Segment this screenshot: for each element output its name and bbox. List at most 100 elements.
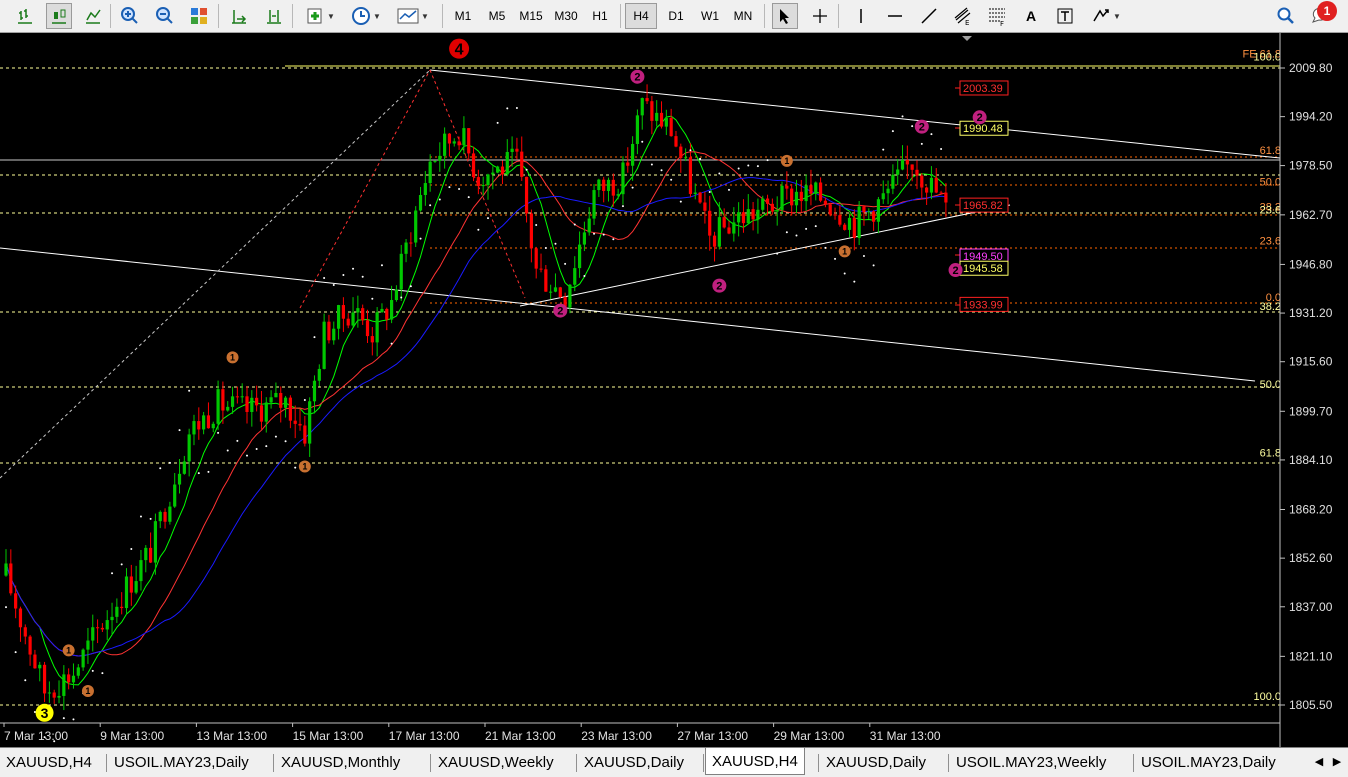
- wave-label: 2: [977, 112, 983, 124]
- bar-chart-icon[interactable]: [12, 3, 38, 29]
- candle-body: [799, 191, 803, 202]
- candle-body: [761, 198, 765, 210]
- notifications-badge[interactable]: 1: [1317, 1, 1337, 21]
- candle-body: [876, 199, 881, 222]
- timeframe-m30[interactable]: M30: [550, 3, 582, 29]
- candle-body: [134, 581, 138, 593]
- timeframe-mn[interactable]: MN: [727, 3, 759, 29]
- candle-body: [741, 212, 746, 224]
- main-toolbar: ▼ ▼ ▼ M1 M5 M15 M30 H1 H4 D1 W1 MN E F A…: [0, 0, 1348, 33]
- candle-body: [669, 117, 673, 137]
- psar-dot: [544, 247, 547, 250]
- chart-shift-icon[interactable]: [261, 3, 287, 29]
- chart-tab[interactable]: XAUUSD,Weekly: [432, 751, 560, 775]
- candle-body: [341, 305, 345, 319]
- candle-body: [524, 176, 529, 214]
- candle-body: [857, 206, 861, 238]
- candle-body: [336, 305, 341, 329]
- timeframe-h1[interactable]: H1: [584, 3, 616, 29]
- tabs-scroll-right-icon[interactable]: ▶: [1330, 753, 1344, 771]
- candle-body: [505, 152, 509, 175]
- price-tick-label: 1994.20: [1289, 110, 1333, 124]
- wave-label: 1: [66, 646, 71, 656]
- wave-label: 1: [842, 247, 847, 257]
- indicators-menu[interactable]: ▼: [300, 3, 340, 29]
- candle-body: [544, 269, 548, 292]
- chart-tab[interactable]: XAUUSD,Monthly: [275, 751, 406, 775]
- candle-body: [862, 206, 866, 213]
- candle-body: [785, 185, 789, 189]
- arrows-menu[interactable]: ▼: [1086, 3, 1126, 29]
- psar-dot: [159, 467, 162, 470]
- cursor-arrow-icon[interactable]: [772, 3, 798, 29]
- templates-menu[interactable]: ▼: [393, 3, 433, 29]
- periods-clock-menu[interactable]: ▼: [346, 3, 386, 29]
- tabs-scroll-left-icon[interactable]: ◀: [1312, 753, 1326, 771]
- candle-body: [255, 397, 259, 406]
- timeframe-d1[interactable]: D1: [660, 3, 692, 29]
- psar-dot: [718, 172, 721, 175]
- timeframe-m1[interactable]: M1: [447, 3, 479, 29]
- candle-body: [471, 153, 476, 178]
- candle-body: [139, 560, 143, 582]
- psar-dot: [139, 515, 142, 518]
- candlestick-chart-icon[interactable]: [46, 3, 72, 29]
- psar-dot: [303, 398, 306, 401]
- chart-tab[interactable]: XAUUSD,Daily: [820, 751, 932, 775]
- psar-dot: [805, 227, 808, 230]
- timeframe-m15[interactable]: M15: [515, 3, 547, 29]
- fib-level-label: 100.0: [1253, 52, 1281, 64]
- candle-body: [33, 654, 37, 669]
- candle-body: [168, 506, 172, 522]
- fibonacci-retracement-icon[interactable]: F: [984, 3, 1010, 29]
- psar-dot: [332, 284, 335, 287]
- chart-tab[interactable]: USOIL.MAY23,Daily: [1135, 751, 1282, 775]
- tab-separator: [273, 754, 274, 772]
- tab-separator: [703, 754, 704, 772]
- zoom-out-icon[interactable]: [152, 3, 178, 29]
- candle-body: [158, 511, 162, 522]
- timeframe-w1[interactable]: W1: [694, 3, 726, 29]
- psar-dot: [602, 233, 605, 236]
- equidistant-channel-icon[interactable]: E: [950, 3, 976, 29]
- wave-label: 2: [919, 122, 925, 134]
- candle-body: [712, 235, 717, 247]
- psar-dot: [699, 157, 702, 160]
- chart-tab[interactable]: XAUUSD,H4: [705, 748, 805, 775]
- candle-body: [737, 212, 741, 223]
- trendline-icon[interactable]: [916, 3, 942, 29]
- candle-body: [245, 396, 249, 412]
- fib-level-label: 100.0: [1253, 691, 1281, 703]
- psar-dot: [226, 449, 229, 452]
- zoom-in-icon[interactable]: [117, 3, 143, 29]
- search-icon[interactable]: [1273, 3, 1299, 29]
- candle-body: [385, 308, 389, 320]
- tile-windows-icon[interactable]: [186, 3, 212, 29]
- psar-dot: [62, 717, 65, 720]
- auto-scroll-icon[interactable]: [226, 3, 252, 29]
- timeframe-m5[interactable]: M5: [481, 3, 513, 29]
- text-label-icon[interactable]: [1052, 3, 1078, 29]
- timeframe-h4[interactable]: H4: [625, 3, 657, 29]
- candle-body: [173, 484, 177, 507]
- psar-dot: [400, 296, 403, 299]
- candle-body: [42, 664, 47, 694]
- psar-dot: [236, 439, 239, 442]
- psar-dot: [641, 140, 644, 143]
- chart-tab[interactable]: XAUUSD,H4: [0, 751, 98, 775]
- chart-tab[interactable]: XAUUSD,Daily: [578, 751, 690, 775]
- chart-tab[interactable]: USOIL.MAY23,Daily: [108, 751, 255, 775]
- psar-dot: [824, 246, 827, 249]
- candle-body: [891, 174, 895, 189]
- horizontal-line-icon[interactable]: [882, 3, 908, 29]
- candle-body: [9, 563, 13, 594]
- price-chart[interactable]: 2003.391990.481975.081965.821949.501945.…: [0, 33, 1348, 747]
- crosshair-icon[interactable]: [807, 3, 833, 29]
- text-tool-icon[interactable]: A: [1018, 3, 1044, 29]
- psar-dot: [429, 204, 432, 207]
- chart-background: [0, 33, 1348, 747]
- vertical-line-icon[interactable]: [848, 3, 874, 29]
- line-chart-icon[interactable]: [80, 3, 106, 29]
- chart-tab[interactable]: USOIL.MAY23,Weekly: [950, 751, 1112, 775]
- psar-dot: [294, 466, 297, 469]
